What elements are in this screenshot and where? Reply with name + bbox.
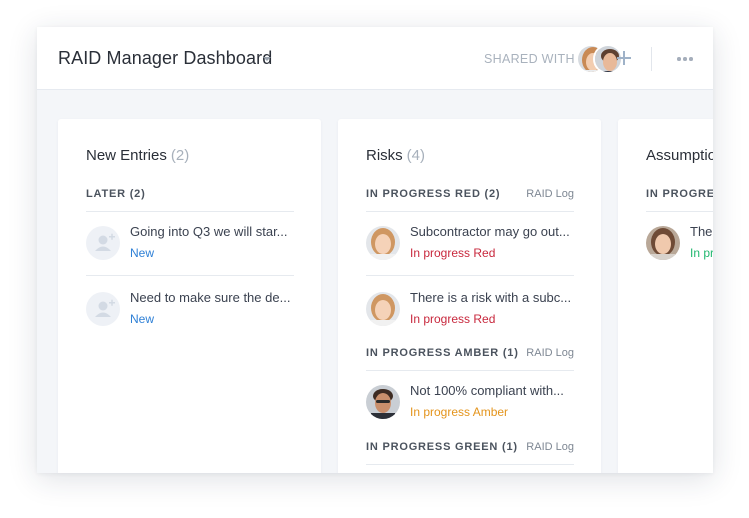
status-badge: In progress Red — [410, 312, 496, 326]
column-risks: Risks (4) IN PROGRESS RED (2) RAID Log Su… — [338, 119, 601, 473]
woman-avatar — [366, 292, 400, 326]
column-new-entries: New Entries (2) LATER (2) Going into Q3 w… — [58, 119, 321, 473]
column-title: Risks (4) — [366, 147, 425, 164]
card-text: The — [690, 224, 713, 239]
list-item[interactable]: Not 100% compliant with... In progress A… — [366, 371, 574, 435]
man-avatar — [366, 385, 400, 419]
list-item[interactable]: The In pr — [646, 212, 713, 276]
column-count: (4) — [406, 147, 426, 164]
placeholder-user-icon — [86, 292, 120, 326]
list-item[interactable]: Subcontractor may go out... In progress … — [366, 212, 574, 276]
status-badge: In progress Red — [410, 246, 496, 260]
column-title: Assumptio — [646, 147, 713, 164]
group-source-link[interactable]: RAID Log — [526, 347, 574, 359]
placeholder-user-icon — [86, 226, 120, 260]
card-text: Not 100% compliant with... — [410, 383, 564, 398]
woman-avatar — [646, 226, 680, 260]
group-label: IN PROGRESS AMBER (1) — [366, 347, 519, 359]
list-item[interactable]: Going into Q3 we will star... New — [86, 212, 294, 276]
shared-with-label: SHARED WITH — [484, 52, 575, 66]
card-text: Going into Q3 we will star... — [130, 224, 288, 239]
header-divider — [651, 47, 652, 71]
dashboard-window: RAID Manager Dashboard SHARED WITH New E… — [37, 27, 713, 473]
card-text: There is a risk with a subc... — [410, 290, 572, 305]
status-badge: New — [130, 312, 155, 326]
group-label: IN PROGRESS RED (2) — [366, 188, 501, 200]
status-badge: In progress Amber — [410, 405, 509, 419]
add-share-plus-icon[interactable] — [616, 50, 632, 66]
group-label: IN PROGRESS — [646, 188, 713, 200]
column-assumptions: Assumptio IN PROGRESS The In pr — [618, 119, 713, 473]
group-source-link[interactable]: RAID Log — [526, 188, 574, 200]
group-header[interactable]: IN PROGRESS RED (2) RAID Log — [366, 188, 574, 212]
group-header[interactable]: IN PROGRESS — [646, 188, 713, 212]
more-options-icon[interactable] — [677, 57, 693, 61]
card-text: Need to make sure the de... — [130, 290, 291, 305]
group-label: IN PROGRESS GREEN (1) — [366, 441, 518, 453]
group-source-link[interactable]: RAID Log — [526, 441, 574, 453]
list-item[interactable]: There is a risk with a subc... In progre… — [366, 278, 574, 342]
column-title-text: New Entries — [86, 147, 167, 164]
woman-avatar — [366, 226, 400, 260]
list-item[interactable]: Need to make sure the de... New — [86, 278, 294, 342]
status-badge: In pr — [690, 246, 713, 260]
column-count: (2) — [170, 147, 190, 164]
dashboard-title[interactable]: RAID Manager Dashboard — [58, 48, 272, 69]
board: New Entries (2) LATER (2) Going into Q3 w… — [37, 90, 713, 473]
dashboard-header: RAID Manager Dashboard SHARED WITH — [37, 27, 713, 90]
chevron-down-icon[interactable] — [263, 57, 271, 61]
card-text: Subcontractor may go out... — [410, 224, 570, 239]
status-badge: New — [130, 246, 155, 260]
group-header[interactable]: LATER (2) — [86, 188, 294, 212]
group-label: LATER (2) — [86, 188, 146, 200]
column-title-text: Risks — [366, 147, 403, 164]
column-title-text: Assumptio — [646, 147, 713, 164]
group-header[interactable]: IN PROGRESS GREEN (1) RAID Log — [366, 441, 574, 465]
column-title: New Entries (2) — [86, 147, 189, 164]
group-header[interactable]: IN PROGRESS AMBER (1) RAID Log — [366, 347, 574, 371]
